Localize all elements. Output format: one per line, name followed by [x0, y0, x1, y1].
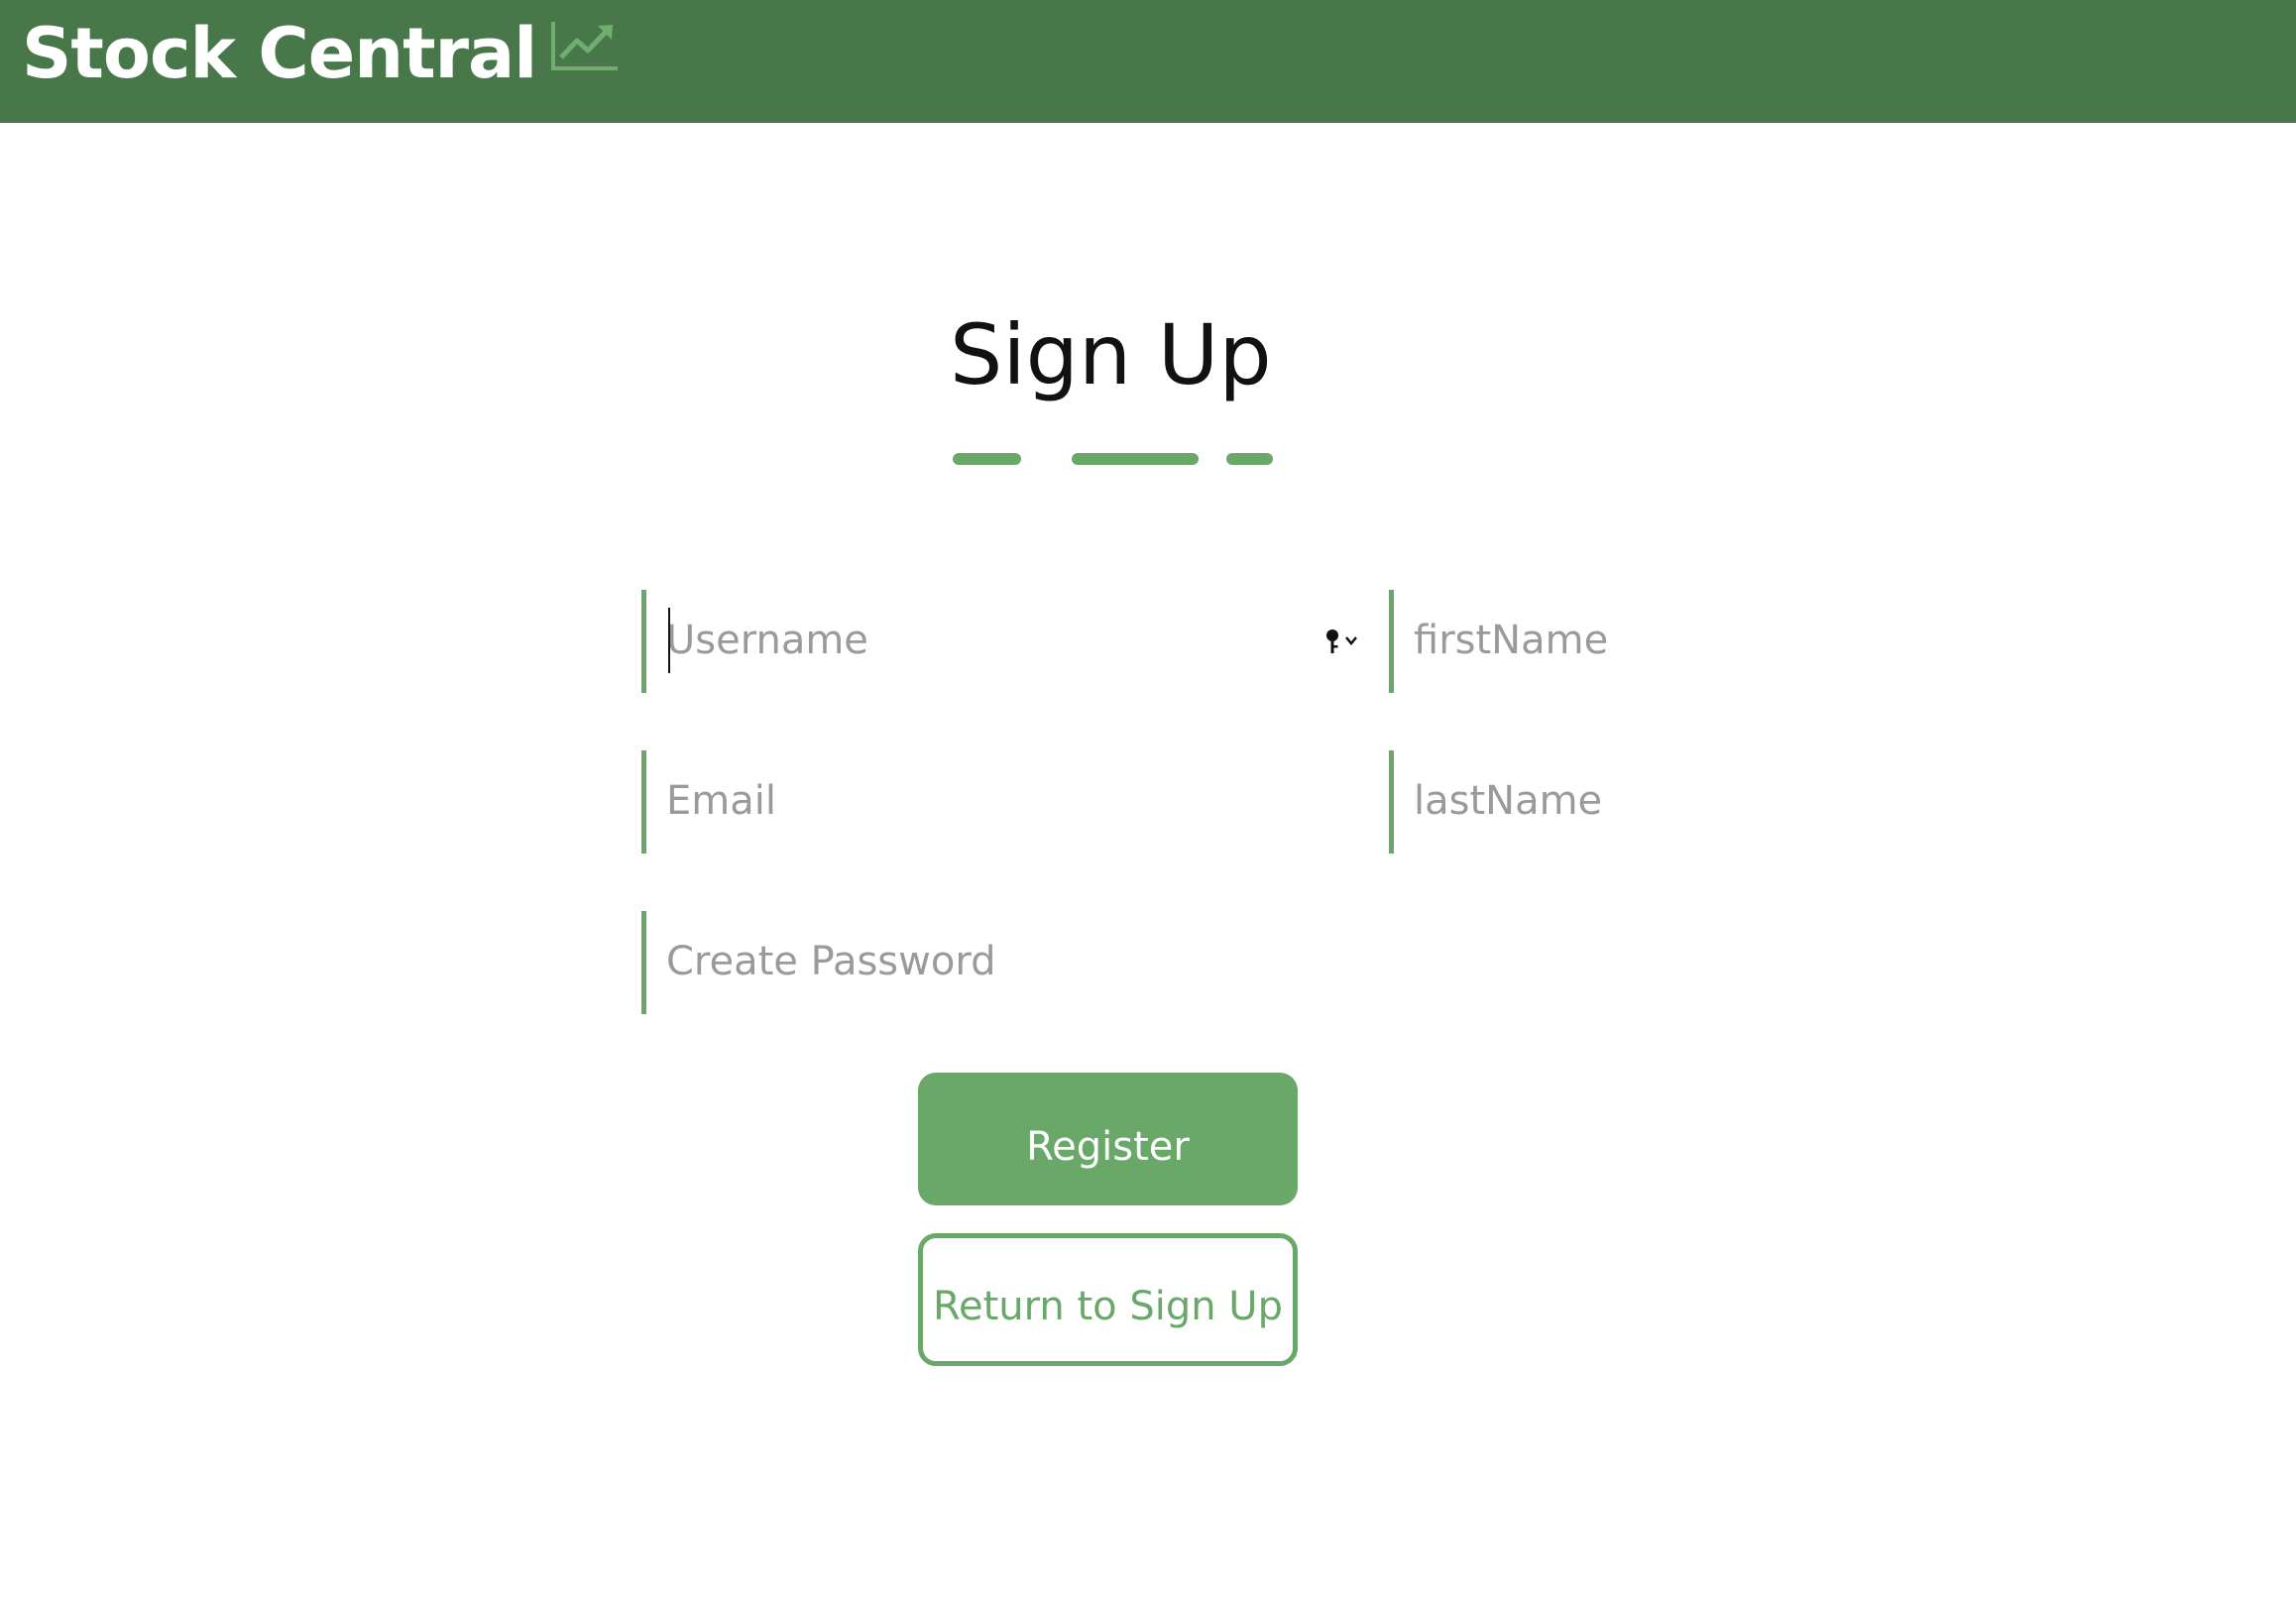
last-name-input[interactable] [1414, 768, 2028, 834]
top-header: Stock Central [0, 0, 2296, 123]
password-input[interactable] [666, 929, 1281, 994]
email-field[interactable] [641, 750, 1357, 854]
text-cursor [668, 608, 670, 673]
title-underline-right [1226, 453, 1273, 465]
first-name-field[interactable] [1389, 590, 2083, 693]
trending-chart-icon [551, 22, 619, 70]
username-field[interactable] [641, 590, 1357, 693]
password-field[interactable] [641, 911, 1357, 1014]
return-to-sign-up-button[interactable]: Return to Sign Up [918, 1233, 1298, 1366]
register-button[interactable]: Register [918, 1073, 1298, 1205]
key-icon[interactable] [1322, 628, 1362, 655]
app-name: Stock Central [22, 13, 537, 94]
email-input[interactable] [666, 768, 1281, 834]
title-underline-middle [1072, 453, 1199, 465]
username-input[interactable] [666, 608, 1281, 673]
last-name-field[interactable] [1389, 750, 2083, 854]
title-underline-left [953, 453, 1021, 465]
brand[interactable]: Stock Central [22, 8, 620, 99]
page-title: Sign Up [950, 306, 1272, 403]
first-name-input[interactable] [1414, 608, 2028, 673]
